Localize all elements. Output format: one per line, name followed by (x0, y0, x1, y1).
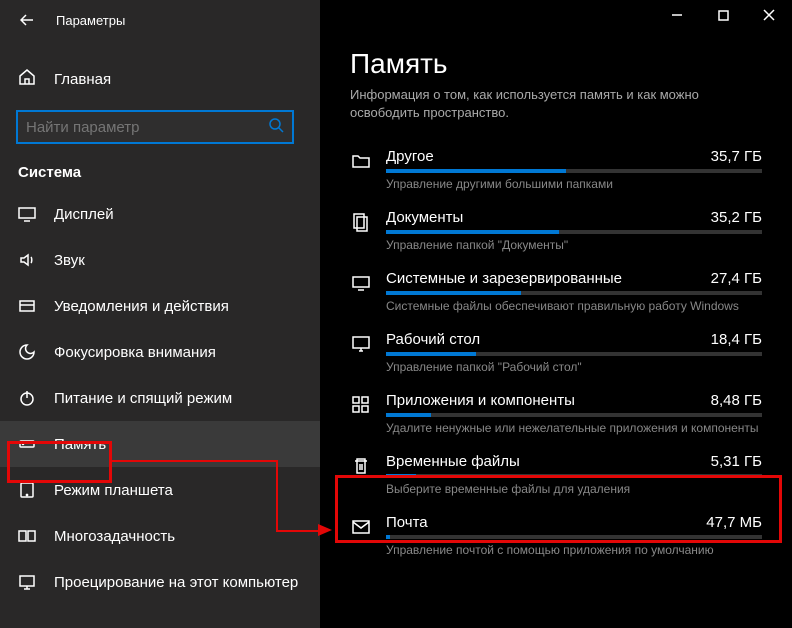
storage-category-system[interactable]: Системные и зарезервированные 27,4 ГБ Сист… (320, 260, 792, 321)
category-size: 5,31 ГБ (711, 453, 762, 470)
page-subtitle: Информация о том, как используется памят… (320, 86, 792, 138)
settings-main: Память Информация о том, как используетс… (320, 0, 792, 628)
documents-icon (350, 211, 372, 233)
category-bar (386, 352, 762, 356)
category-desc: Системные файлы обеспечивают правильную … (386, 299, 762, 313)
category-bar (386, 474, 762, 478)
category-name: Рабочий стол (386, 331, 480, 348)
storage-category-mail[interactable]: Почта 47,7 МБ Управление почтой с помощью … (320, 504, 792, 565)
category-size: 18,4 ГБ (711, 331, 762, 348)
window-controls (654, 0, 792, 30)
sidebar-item-sound[interactable]: Звук (0, 237, 320, 283)
category-name: Временные файлы (386, 453, 520, 470)
sidebar-item-multitask[interactable]: Многозадачность (0, 513, 320, 559)
search-input[interactable] (16, 110, 294, 144)
storage-category-desktop[interactable]: Рабочий стол 18,4 ГБ Управление папкой "Ра… (320, 321, 792, 382)
notifications-icon (18, 297, 36, 315)
sidebar-item-project[interactable]: Проецирование на этот компьютер (0, 559, 320, 605)
sidebar-item-display[interactable]: Дисплей (0, 191, 320, 237)
titlebar: Параметры (0, 0, 320, 40)
desktop-icon (350, 333, 372, 355)
category-body: Приложения и компоненты 8,48 ГБ Удалите не… (386, 392, 762, 435)
search-field[interactable] (26, 119, 268, 136)
category-name: Системные и зарезервированные (386, 270, 622, 287)
category-body: Рабочий стол 18,4 ГБ Управление папкой "Ра… (386, 331, 762, 374)
home-icon (18, 68, 36, 90)
apps-icon (350, 394, 372, 416)
category-size: 27,4 ГБ (711, 270, 762, 287)
power-icon (18, 389, 36, 407)
sidebar-item-label: Дисплей (54, 206, 114, 223)
category-size: 35,2 ГБ (711, 209, 762, 226)
category-desc: Управление папкой "Рабочий стол" (386, 360, 762, 374)
callout-connector (112, 460, 276, 462)
sidebar-item-label: Главная (54, 71, 111, 88)
sidebar-item-label: Уведомления и действия (54, 298, 229, 315)
category-bar (386, 230, 762, 234)
sidebar-item-label: Звук (54, 252, 85, 269)
category-name: Приложения и компоненты (386, 392, 575, 409)
sidebar-item-notifications[interactable]: Уведомления и действия (0, 283, 320, 329)
storage-categories: Другое 35,7 ГБ Управление другими большими… (320, 138, 792, 628)
sidebar-item-tablet[interactable]: Режим планшета (0, 467, 320, 513)
sidebar-item-label: Память (54, 436, 106, 453)
callout-connector (276, 460, 278, 530)
category-desc: Управление другими большими папками (386, 177, 762, 191)
category-name: Другое (386, 148, 434, 165)
search-wrap (0, 110, 320, 144)
category-desc: Управление папкой "Документы" (386, 238, 762, 252)
trash-icon (350, 455, 372, 477)
category-bar (386, 169, 762, 173)
sidebar-item-home[interactable]: Главная (0, 58, 320, 100)
category-size: 8,48 ГБ (711, 392, 762, 409)
category-size: 47,7 МБ (706, 514, 762, 531)
category-bar (386, 413, 762, 417)
window-title: Параметры (56, 13, 125, 28)
folder-icon (350, 150, 372, 172)
search-icon (268, 117, 284, 138)
sidebar-item-label: Питание и спящий режим (54, 390, 232, 407)
callout-connector (276, 530, 320, 532)
category-size: 35,7 ГБ (711, 148, 762, 165)
settings-sidebar: Параметры Главная Система Дисплей Звук Уве… (0, 0, 320, 628)
multitask-icon (18, 527, 36, 545)
category-name: Документы (386, 209, 463, 226)
storage-category-trash[interactable]: Временные файлы 5,31 ГБ Выберите временные… (320, 443, 792, 504)
storage-category-apps[interactable]: Приложения и компоненты 8,48 ГБ Удалите не… (320, 382, 792, 443)
close-button[interactable] (746, 0, 792, 30)
sidebar-nav: Дисплей Звук Уведомления и действия Фокусир… (0, 191, 320, 605)
storage-category-documents[interactable]: Документы 35,2 ГБ Управление папкой "Докум… (320, 199, 792, 260)
category-desc: Выберите временные файлы для удаления (386, 482, 762, 496)
category-body: Системные и зарезервированные 27,4 ГБ Сист… (386, 270, 762, 313)
category-name: Почта (386, 514, 428, 531)
mail-icon (350, 516, 372, 538)
display-icon (18, 205, 36, 223)
sound-icon (18, 251, 36, 269)
category-body: Временные файлы 5,31 ГБ Выберите временные… (386, 453, 762, 496)
category-desc: Удалите ненужные или нежелательные прило… (386, 421, 762, 435)
sidebar-item-focus[interactable]: Фокусировка внимания (0, 329, 320, 375)
category-bar (386, 535, 762, 539)
sidebar-item-label: Проецирование на этот компьютер (54, 574, 298, 591)
category-body: Документы 35,2 ГБ Управление папкой "Докум… (386, 209, 762, 252)
category-bar (386, 291, 762, 295)
storage-category-folder[interactable]: Другое 35,7 ГБ Управление другими большими… (320, 138, 792, 199)
tablet-icon (18, 481, 36, 499)
project-icon (18, 573, 36, 591)
category-body: Почта 47,7 МБ Управление почтой с помощью … (386, 514, 762, 557)
category-desc: Управление почтой с помощью приложения п… (386, 543, 762, 557)
callout-arrow-icon (318, 524, 332, 536)
sidebar-section-header: Система (0, 144, 320, 191)
sidebar-item-power[interactable]: Питание и спящий режим (0, 375, 320, 421)
maximize-button[interactable] (700, 0, 746, 30)
sidebar-item-label: Фокусировка внимания (54, 344, 216, 361)
system-icon (350, 272, 372, 294)
category-body: Другое 35,7 ГБ Управление другими большими… (386, 148, 762, 191)
sidebar-item-label: Режим планшета (54, 482, 173, 499)
focus-icon (18, 343, 36, 361)
back-icon[interactable] (20, 13, 34, 27)
sidebar-item-label: Многозадачность (54, 528, 175, 545)
storage-icon (18, 435, 36, 453)
minimize-button[interactable] (654, 0, 700, 30)
